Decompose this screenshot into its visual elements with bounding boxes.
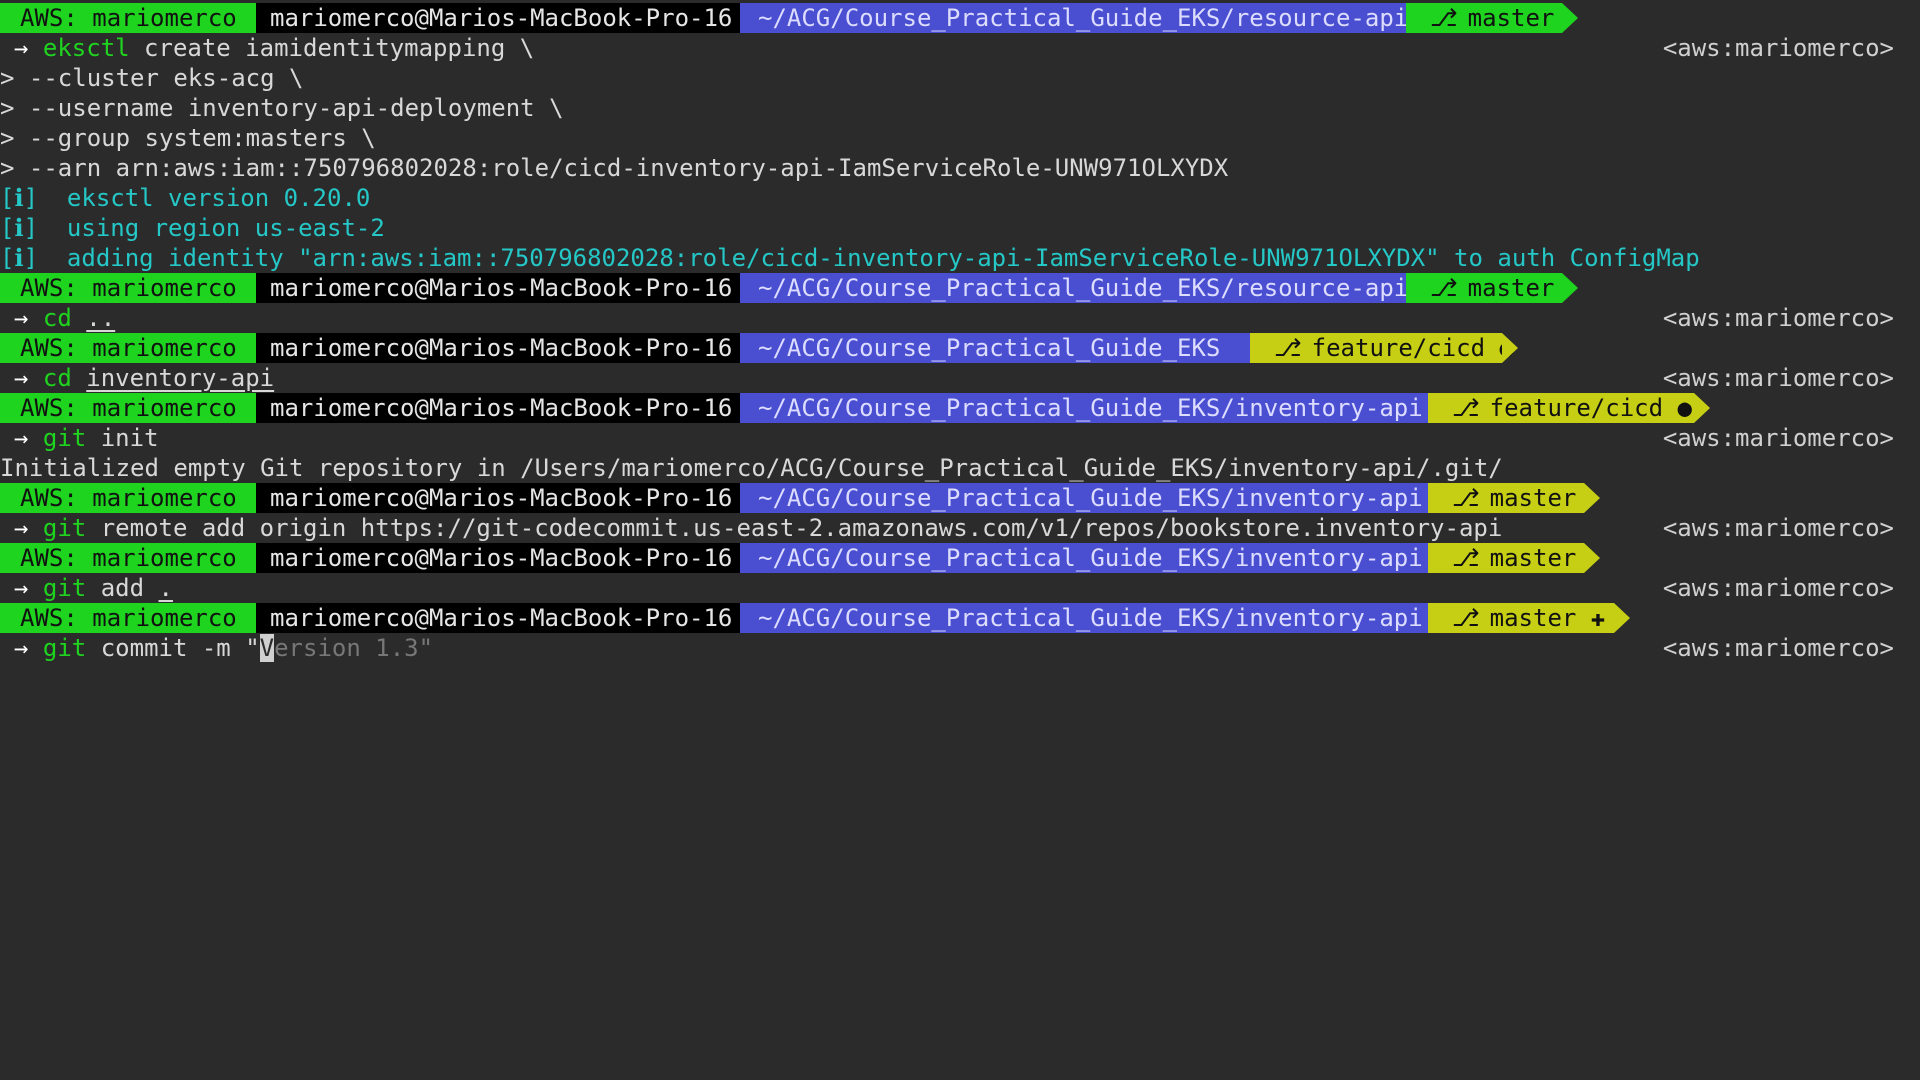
prompt-path: ~/ACG/Course_Practical_Guide_EKS <box>740 333 1250 363</box>
prompt-git-branch: ⎇ feature/cicd ● <box>1250 333 1514 363</box>
command-path-arg: inventory-api <box>86 364 275 392</box>
prompt-git-branch: ⎇ feature/cicd ● <box>1428 393 1694 423</box>
prompt-aws-profile: AWS: mariomerco <box>0 333 256 363</box>
info-tag: [ℹ] <box>0 214 39 242</box>
command-name: eksctl <box>42 34 130 62</box>
segment-end <box>1694 393 1710 423</box>
segment-end <box>1562 3 1578 33</box>
segment-end <box>1584 543 1600 573</box>
prompt-path: ~/ACG/Course_Practical_Guide_EKS/invento… <box>740 483 1428 513</box>
info-tag: [ℹ] <box>0 244 39 272</box>
command-args: init <box>86 424 159 452</box>
prompt-git-branch: ⎇ master <box>1428 483 1584 513</box>
output-line: [ℹ] using region us-east-2 <box>0 214 385 242</box>
branch-icon: ⎇ <box>1452 394 1480 422</box>
continuation-line: > --arn arn:aws:iam::750796802028:role/c… <box>0 154 1229 182</box>
right-prompt: <aws:mariomerco> <box>1662 574 1894 602</box>
prompt-arrow-icon: → <box>14 574 29 602</box>
prompt-aws-profile: AWS: mariomerco <box>0 393 256 423</box>
segment-end <box>1584 483 1600 513</box>
prompt-line: AWS: mariomerco mariomerco@Marios-MacBoo… <box>0 603 1920 633</box>
prompt-arrow-icon: → <box>14 304 29 332</box>
command-input-line[interactable]: → git commit -m "Version 1.3" <aws:mario… <box>0 633 1920 663</box>
prompt-aws-profile: AWS: mariomerco <box>0 543 256 573</box>
prompt-arrow-icon: → <box>14 634 29 662</box>
prompt-aws-profile: AWS: mariomerco <box>0 3 256 33</box>
prompt-aws-profile: AWS: mariomerco <box>0 273 256 303</box>
right-prompt: <aws:mariomerco> <box>1662 364 1894 392</box>
prompt-host: mariomerco@Marios-MacBook-Pro-16 <box>256 603 740 633</box>
prompt-git-branch: ⎇ master <box>1428 543 1584 573</box>
prompt-path: ~/ACG/Course_Practical_Guide_EKS/invento… <box>740 603 1428 633</box>
command-line: → git add . <aws:mariomerco> <box>0 573 1920 603</box>
command-line: → eksctl create iamidentitymapping \ <aw… <box>0 33 1920 63</box>
prompt-path: ~/ACG/Course_Practical_Guide_EKS/resourc… <box>740 273 1408 303</box>
prompt-arrow-icon: → <box>14 424 29 452</box>
segment-end <box>1562 273 1578 303</box>
terminal-window[interactable]: AWS: mariomerco mariomerco@Marios-MacBoo… <box>0 0 1920 1080</box>
prompt-arrow-icon: → <box>14 364 29 392</box>
right-prompt: <aws:mariomerco> <box>1662 304 1894 332</box>
command-name: git <box>42 514 87 542</box>
branch-icon: ⎇ <box>1430 274 1458 302</box>
prompt-aws-profile: AWS: mariomerco <box>0 603 256 633</box>
continuation-line: > --group system:masters \ <box>0 124 376 152</box>
output-line: [ℹ] eksctl version 0.20.0 <box>0 184 371 212</box>
prompt-git-branch: ⎇ master <box>1406 3 1562 33</box>
output-line: [ℹ] adding identity "arn:aws:iam::750796… <box>0 244 1700 272</box>
command-name: git <box>42 574 87 602</box>
right-prompt: <aws:mariomerco> <box>1662 424 1894 452</box>
prompt-path: ~/ACG/Course_Practical_Guide_EKS/invento… <box>740 393 1428 423</box>
command-args: remote add origin https://git-codecommit… <box>86 514 1503 542</box>
prompt-line: AWS: mariomerco mariomerco@Marios-MacBoo… <box>0 333 1920 363</box>
prompt-path: ~/ACG/Course_Practical_Guide_EKS/invento… <box>740 543 1428 573</box>
branch-icon: ⎇ <box>1430 4 1458 32</box>
branch-icon: ⎇ <box>1274 334 1302 362</box>
segment-end <box>1502 333 1518 363</box>
command-path-arg: .. <box>86 304 116 332</box>
continuation-line: > --cluster eks-acg \ <box>0 64 304 92</box>
right-prompt: <aws:mariomerco> <box>1662 34 1894 62</box>
command-args: commit -m " <box>86 634 260 662</box>
prompt-host: mariomerco@Marios-MacBook-Pro-16 <box>256 273 740 303</box>
branch-icon: ⎇ <box>1452 604 1480 632</box>
prompt-aws-profile: AWS: mariomerco <box>0 483 256 513</box>
command-name: cd <box>42 304 72 332</box>
prompt-arrow-icon: → <box>14 34 29 62</box>
branch-icon: ⎇ <box>1452 544 1480 572</box>
command-args: create iamidentitymapping \ <box>129 34 535 62</box>
text-cursor[interactable]: V <box>259 634 275 662</box>
prompt-line: AWS: mariomerco mariomerco@Marios-MacBoo… <box>0 543 1920 573</box>
prompt-path: ~/ACG/Course_Practical_Guide_EKS/resourc… <box>740 3 1408 33</box>
continuation-line: > --username inventory-api-deployment \ <box>0 94 564 122</box>
prompt-host: mariomerco@Marios-MacBook-Pro-16 <box>256 483 740 513</box>
branch-icon: ⎇ <box>1452 484 1480 512</box>
info-tag: [ℹ] <box>0 184 39 212</box>
right-prompt: <aws:mariomerco> <box>1662 634 1894 662</box>
command-name: git <box>42 424 87 452</box>
prompt-line: AWS: mariomerco mariomerco@Marios-MacBoo… <box>0 393 1920 423</box>
prompt-git-branch: ⎇ master <box>1406 273 1562 303</box>
autosuggestion: ersion 1.3" <box>274 634 434 662</box>
prompt-host: mariomerco@Marios-MacBook-Pro-16 <box>256 333 740 363</box>
command-line: → cd inventory-api <aws:mariomerco> <box>0 363 1920 393</box>
command-line: → cd .. <aws:mariomerco> <box>0 303 1920 333</box>
prompt-host: mariomerco@Marios-MacBook-Pro-16 <box>256 3 740 33</box>
command-name: cd <box>42 364 72 392</box>
command-path-arg: . <box>158 574 173 602</box>
prompt-line: AWS: mariomerco mariomerco@Marios-MacBoo… <box>0 3 1920 33</box>
command-args: add <box>86 574 159 602</box>
prompt-git-branch: ⎇ master ✚ <box>1428 603 1614 633</box>
right-prompt: <aws:mariomerco> <box>1662 514 1894 542</box>
command-name: git <box>42 634 87 662</box>
prompt-line: AWS: mariomerco mariomerco@Marios-MacBoo… <box>0 273 1920 303</box>
segment-end <box>1614 603 1630 633</box>
prompt-arrow-icon: → <box>14 514 29 542</box>
command-line: → git init <aws:mariomerco> <box>0 423 1920 453</box>
prompt-host: mariomerco@Marios-MacBook-Pro-16 <box>256 543 740 573</box>
prompt-host: mariomerco@Marios-MacBook-Pro-16 <box>256 393 740 423</box>
output-line: Initialized empty Git repository in /Use… <box>0 454 1503 482</box>
prompt-line: AWS: mariomerco mariomerco@Marios-MacBoo… <box>0 483 1920 513</box>
command-line: → git remote add origin https://git-code… <box>0 513 1920 543</box>
